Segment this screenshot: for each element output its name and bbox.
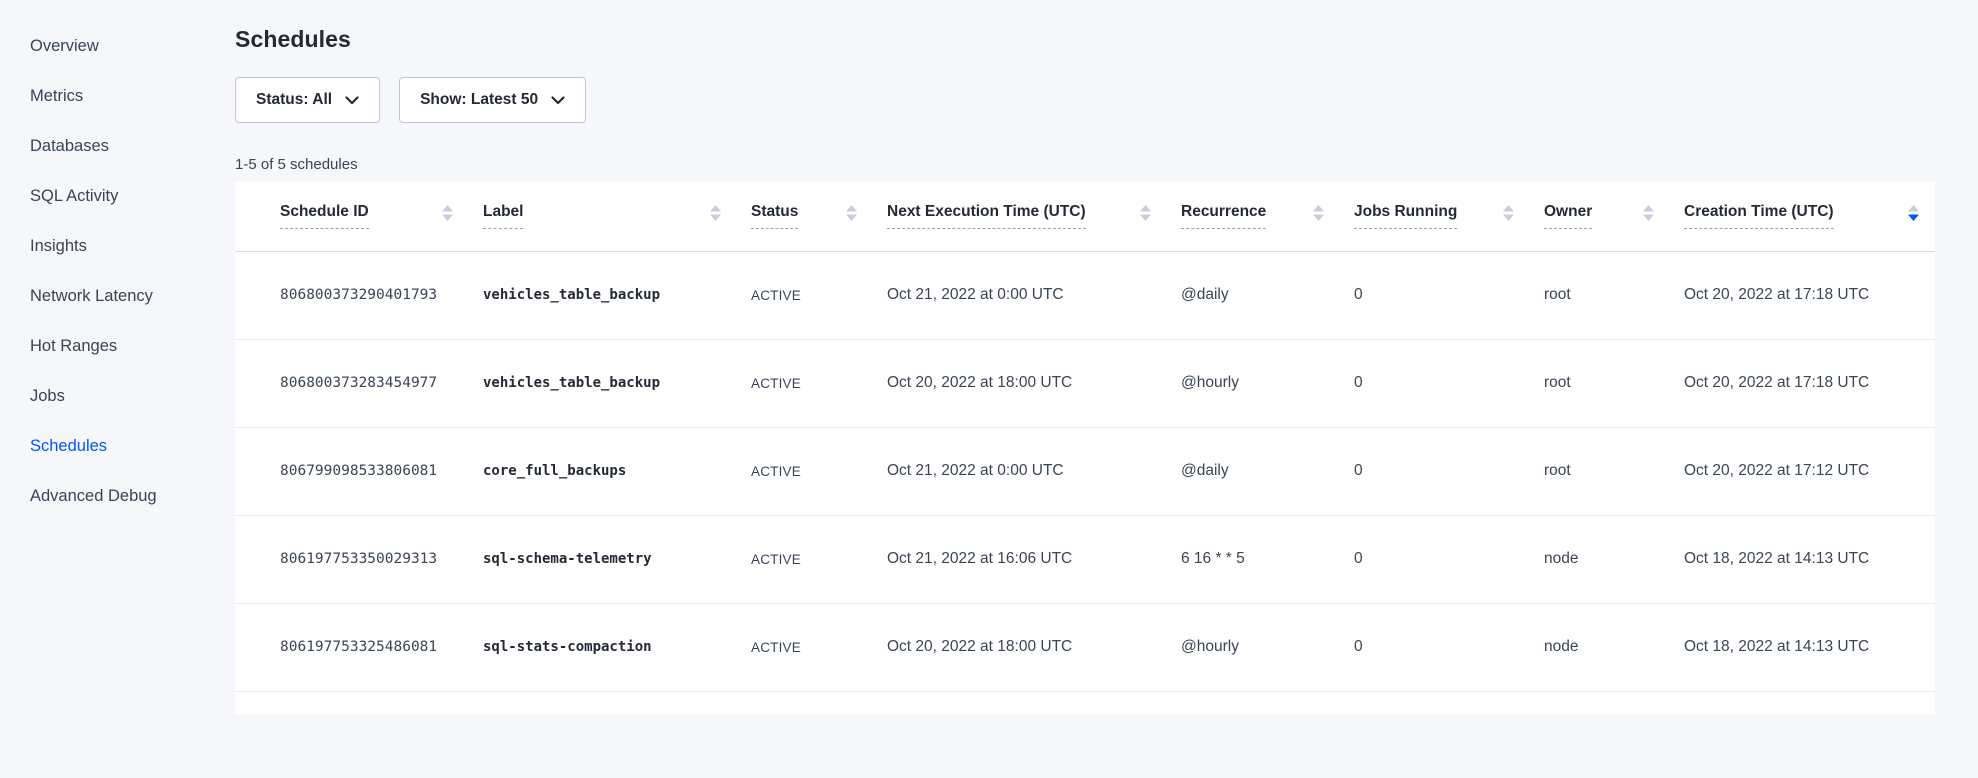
main-content: Schedules Status: All Show: Latest 50 1-… — [235, 0, 1935, 778]
sidebar-item-metrics[interactable]: Metrics — [0, 71, 235, 121]
status-filter-dropdown[interactable]: Status: All — [235, 77, 380, 123]
column-header-schedule-id[interactable]: Schedule ID — [235, 181, 483, 251]
cell-label: sql-stats-compaction — [483, 603, 751, 691]
cell-schedule-id: 806800373283454977 — [235, 339, 483, 427]
cell-next-execution: Oct 20, 2022 at 18:00 UTC — [887, 339, 1181, 427]
column-header-label: Recurrence — [1181, 203, 1266, 229]
cell-recurrence: @hourly — [1181, 339, 1354, 427]
sort-arrows-icon[interactable] — [710, 205, 721, 226]
column-header-label[interactable]: Label — [483, 181, 751, 251]
cell-status: ACTIVE — [751, 427, 887, 515]
cell-status: ACTIVE — [751, 603, 887, 691]
sidebar-item-network-latency[interactable]: Network Latency — [0, 271, 235, 321]
cell-owner: root — [1544, 339, 1684, 427]
table-row: 806800373283454977vehicles_table_backupA… — [235, 339, 1935, 427]
cell-jobs-running: 0 — [1354, 515, 1544, 603]
cell-next-execution: Oct 21, 2022 at 0:00 UTC — [887, 427, 1181, 515]
cell-label: core_full_backups — [483, 427, 751, 515]
cell-label: vehicles_table_backup — [483, 251, 751, 339]
cell-creation-time: Oct 18, 2022 at 14:13 UTC — [1684, 603, 1935, 691]
sidebar-item-sql-activity[interactable]: SQL Activity — [0, 171, 235, 221]
cell-next-execution: Oct 21, 2022 at 0:00 UTC — [887, 251, 1181, 339]
cell-jobs-running: 0 — [1354, 339, 1544, 427]
table-row: 806799098533806081core_full_backupsACTIV… — [235, 427, 1935, 515]
column-header-label: Label — [483, 203, 523, 229]
table-header-row: Schedule ID Label Status Next Execution Tim… — [235, 181, 1935, 251]
sidebar-item-schedules[interactable]: Schedules — [0, 421, 235, 471]
cell-status: ACTIVE — [751, 251, 887, 339]
column-header-jobs-running[interactable]: Jobs Running — [1354, 181, 1544, 251]
schedules-table: Schedule ID Label Status Next Execution Tim… — [235, 181, 1935, 692]
column-header-label: Next Execution Time (UTC) — [887, 203, 1086, 229]
sort-arrows-icon[interactable] — [846, 205, 857, 226]
cell-schedule-id: 806800373290401793 — [235, 251, 483, 339]
table-row: 806800373290401793vehicles_table_backupA… — [235, 251, 1935, 339]
cell-jobs-running: 0 — [1354, 251, 1544, 339]
cell-owner: node — [1544, 515, 1684, 603]
column-header-status[interactable]: Status — [751, 181, 887, 251]
table-row: 806197753350029313sql-schema-telemetryAC… — [235, 515, 1935, 603]
show-filter-dropdown[interactable]: Show: Latest 50 — [399, 77, 586, 123]
chevron-down-icon — [345, 92, 359, 110]
column-header-owner[interactable]: Owner — [1544, 181, 1684, 251]
cell-creation-time: Oct 20, 2022 at 17:18 UTC — [1684, 251, 1935, 339]
cell-schedule-id: 806197753350029313 — [235, 515, 483, 603]
cell-creation-time: Oct 18, 2022 at 14:13 UTC — [1684, 515, 1935, 603]
cell-creation-time: Oct 20, 2022 at 17:12 UTC — [1684, 427, 1935, 515]
sort-arrows-icon[interactable] — [1503, 205, 1514, 226]
column-header-label: Jobs Running — [1354, 203, 1457, 229]
sidebar-nav: OverviewMetricsDatabasesSQL ActivityInsi… — [0, 0, 235, 778]
sidebar-item-insights[interactable]: Insights — [0, 221, 235, 271]
filter-bar: Status: All Show: Latest 50 — [235, 77, 1935, 123]
cell-schedule-id: 806197753325486081 — [235, 603, 483, 691]
column-header-label: Owner — [1544, 203, 1592, 229]
cell-label: sql-schema-telemetry — [483, 515, 751, 603]
sidebar-item-hot-ranges[interactable]: Hot Ranges — [0, 321, 235, 371]
column-header-recurrence[interactable]: Recurrence — [1181, 181, 1354, 251]
cell-jobs-running: 0 — [1354, 603, 1544, 691]
cell-next-execution: Oct 20, 2022 at 18:00 UTC — [887, 603, 1181, 691]
cell-status: ACTIVE — [751, 339, 887, 427]
schedules-page: OverviewMetricsDatabasesSQL ActivityInsi… — [0, 0, 1978, 778]
column-header-next-execution-time-utc[interactable]: Next Execution Time (UTC) — [887, 181, 1181, 251]
column-header-creation-time-utc[interactable]: Creation Time (UTC) — [1684, 181, 1935, 251]
column-header-label: Schedule ID — [280, 203, 369, 229]
status-filter-label: Status: All — [256, 91, 332, 109]
table-row: 806197753325486081sql-stats-compactionAC… — [235, 603, 1935, 691]
cell-owner: root — [1544, 427, 1684, 515]
cell-recurrence: @daily — [1181, 427, 1354, 515]
cell-schedule-id: 806799098533806081 — [235, 427, 483, 515]
chevron-down-icon — [551, 92, 565, 110]
column-header-label: Creation Time (UTC) — [1684, 203, 1834, 229]
schedules-table-card: Schedule ID Label Status Next Execution Tim… — [235, 181, 1935, 715]
show-filter-label: Show: Latest 50 — [420, 91, 538, 109]
cell-jobs-running: 0 — [1354, 427, 1544, 515]
cell-recurrence: 6 16 * * 5 — [1181, 515, 1354, 603]
cell-owner: root — [1544, 251, 1684, 339]
column-header-label: Status — [751, 203, 798, 229]
cell-recurrence: @daily — [1181, 251, 1354, 339]
sort-arrows-icon[interactable] — [1908, 205, 1919, 226]
sort-arrows-icon[interactable] — [1140, 205, 1151, 226]
sidebar-item-overview[interactable]: Overview — [0, 21, 235, 71]
cell-owner: node — [1544, 603, 1684, 691]
sidebar-item-jobs[interactable]: Jobs — [0, 371, 235, 421]
cell-status: ACTIVE — [751, 515, 887, 603]
sidebar-item-databases[interactable]: Databases — [0, 121, 235, 171]
table-body: 806800373290401793vehicles_table_backupA… — [235, 251, 1935, 691]
cell-next-execution: Oct 21, 2022 at 16:06 UTC — [887, 515, 1181, 603]
page-title: Schedules — [235, 26, 1935, 53]
sort-arrows-icon[interactable] — [1313, 205, 1324, 226]
sort-arrows-icon[interactable] — [1643, 205, 1654, 226]
cell-label: vehicles_table_backup — [483, 339, 751, 427]
cell-creation-time: Oct 20, 2022 at 17:18 UTC — [1684, 339, 1935, 427]
sidebar-item-advanced-debug[interactable]: Advanced Debug — [0, 471, 235, 521]
sort-arrows-icon[interactable] — [442, 205, 453, 226]
results-count: 1-5 of 5 schedules — [235, 156, 1935, 173]
cell-recurrence: @hourly — [1181, 603, 1354, 691]
